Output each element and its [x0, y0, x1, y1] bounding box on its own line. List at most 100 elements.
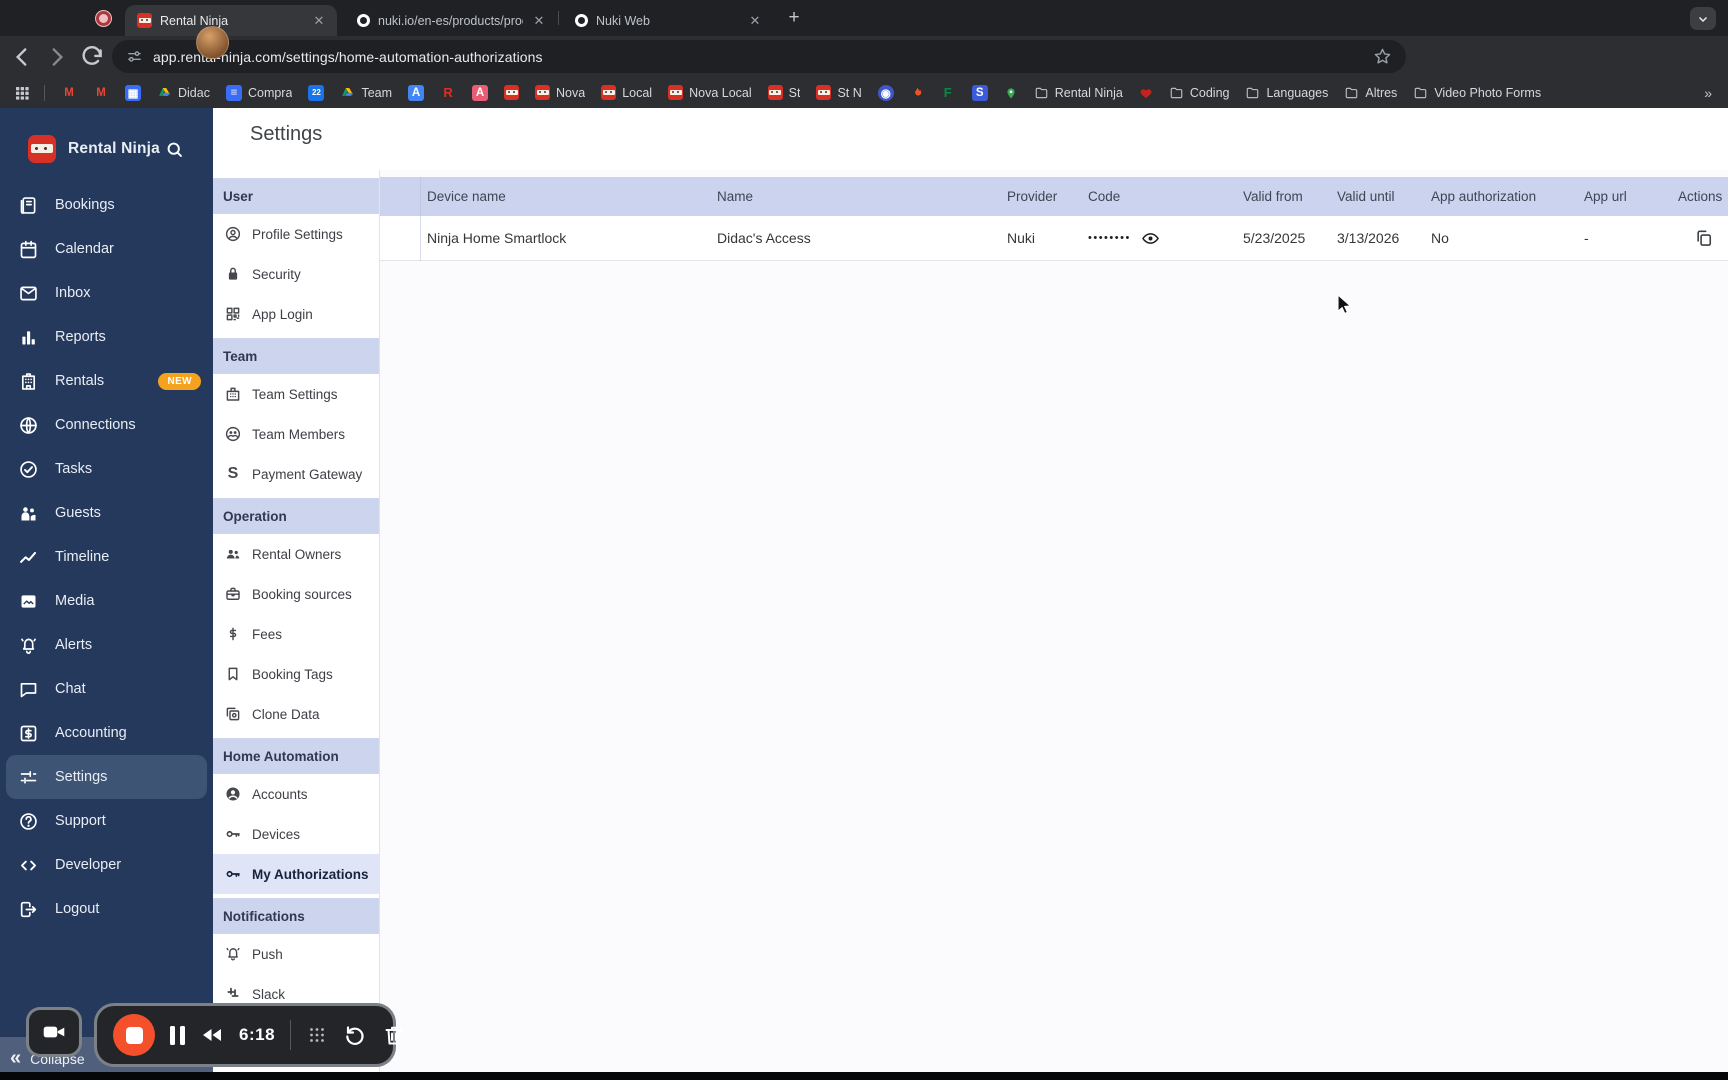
sidebar-item-rentals[interactable]: Rentals NEW: [0, 359, 213, 403]
bookmark-item[interactable]: ◉: [877, 84, 894, 101]
tab-search-chevron-button[interactable]: [1690, 7, 1716, 30]
table-row: Ninja Home Smartlock Didac's Access Nuki ••…: [380, 216, 1728, 261]
sidebar-item-timeline[interactable]: Timeline: [0, 535, 213, 579]
bookmark-item[interactable]: A: [472, 84, 489, 101]
sidebar-item-tasks[interactable]: Tasks: [0, 447, 213, 491]
new-badge: NEW: [158, 372, 201, 390]
bookmark-item[interactable]: St N: [816, 85, 862, 100]
reveal-code-icon[interactable]: [1141, 229, 1160, 248]
copy-button[interactable]: [1694, 228, 1714, 248]
sidebar-item-inbox[interactable]: Inbox: [0, 271, 213, 315]
bookmark-item[interactable]: A: [408, 84, 425, 101]
sidebar-item-guests[interactable]: Guests: [0, 491, 213, 535]
settings-nav-item-devices[interactable]: Devices: [213, 814, 379, 854]
sidebar-item-logout[interactable]: Logout: [0, 887, 213, 931]
sidebar-header: Rental Ninja: [0, 128, 213, 172]
settings-nav-item-team-settings[interactable]: Team Settings: [213, 374, 379, 414]
settings-nav-item-app-login[interactable]: App Login: [213, 294, 379, 334]
apps-grid-icon[interactable]: [14, 85, 30, 101]
tab-close-icon[interactable]: ✕: [531, 13, 547, 29]
sidebar-item-developer[interactable]: Developer: [0, 843, 213, 887]
tab-close-icon[interactable]: ✕: [747, 13, 763, 29]
bookmark-favicon-r-red: R: [443, 85, 453, 100]
bookmark-star-icon[interactable]: [1373, 47, 1392, 66]
drag-handle-icon[interactable]: [306, 1024, 328, 1046]
sidebar-item-media[interactable]: Media: [0, 579, 213, 623]
sidebar-item-accounting[interactable]: Accounting: [0, 711, 213, 755]
search-icon[interactable]: [165, 140, 184, 159]
cell-device-name: Ninja Home Smartlock: [427, 230, 567, 246]
settings-nav-item-rental-owners[interactable]: Rental Owners: [213, 534, 379, 574]
bookmark-folder[interactable]: Languages: [1245, 86, 1328, 100]
settings-nav-item-push[interactable]: Push: [213, 934, 379, 974]
sidebar-item-support[interactable]: Support: [0, 799, 213, 843]
reload-button[interactable]: [79, 44, 105, 70]
settings-nav-item-fees[interactable]: Fees: [213, 614, 379, 654]
sidebar-item-bookings[interactable]: Bookings: [0, 183, 213, 227]
settings-nav-item-booking-sources[interactable]: Booking sources: [213, 574, 379, 614]
settings-nav-item-booking-tags[interactable]: Booking Tags: [213, 654, 379, 694]
camera-bubble-button[interactable]: [26, 1007, 82, 1057]
bookmark-folder[interactable]: Video Photo Forms: [1413, 86, 1541, 100]
new-tab-button[interactable]: +: [783, 7, 805, 29]
bookmark-item[interactable]: [1139, 86, 1153, 100]
sidebar-item-label: Support: [55, 813, 106, 829]
restart-recording-button[interactable]: [343, 1023, 367, 1047]
recording-indicator-icon[interactable]: [95, 10, 112, 27]
bookmark-item[interactable]: 22: [308, 84, 325, 101]
bookmark-item[interactable]: [910, 86, 924, 100]
bookmark-folder[interactable]: Coding: [1169, 86, 1229, 100]
bookmark-item[interactable]: M: [93, 85, 109, 101]
bookmark-item[interactable]: M: [61, 85, 77, 101]
user-avatar[interactable]: [196, 26, 229, 59]
sidebar-item-connections[interactable]: Connections: [0, 403, 213, 447]
bookmark-favicon-translate: A: [408, 84, 425, 101]
bookmark-item[interactable]: [1004, 86, 1018, 100]
settings-nav-item-profile-settings[interactable]: Profile Settings: [213, 214, 379, 254]
sidebar-item-calendar[interactable]: Calendar: [0, 227, 213, 271]
stop-recording-button[interactable]: [113, 1014, 155, 1056]
bookmark-favicon-folder: [1034, 86, 1049, 100]
bookmark-folder[interactable]: Altres: [1344, 86, 1397, 100]
settings-nav-item-payment-gateway[interactable]: S Payment Gateway: [213, 454, 379, 494]
bookmark-item[interactable]: Nova: [535, 85, 585, 100]
settings-nav-item-clone-data[interactable]: Clone Data: [213, 694, 379, 734]
rewind-button[interactable]: [200, 1023, 224, 1047]
bookmark-folder[interactable]: Rental Ninja: [1034, 86, 1123, 100]
bookmark-item[interactable]: Local: [601, 85, 652, 100]
bookmark-item[interactable]: Team: [340, 86, 392, 100]
bookmark-item[interactable]: [504, 85, 520, 100]
settings-nav-item-accounts[interactable]: Accounts: [213, 774, 379, 814]
sidebar-item-chat[interactable]: Chat: [0, 667, 213, 711]
bookmark-item[interactable]: St: [767, 85, 800, 100]
back-button[interactable]: [9, 44, 35, 70]
delete-recording-button[interactable]: [382, 1023, 406, 1047]
browser-tab[interactable]: nuki.io/en-es/products/produ ✕: [345, 5, 557, 36]
forward-button[interactable]: [44, 44, 70, 70]
browser-tab[interactable]: Rental Ninja ✕: [125, 5, 337, 36]
bookmark-item[interactable]: Didac: [157, 86, 210, 100]
app-sidebar: Rental Ninja Bookings Calendar Inbox Report…: [0, 108, 213, 1080]
account-icon: [224, 785, 242, 803]
bookmarks-overflow-chevron[interactable]: »: [1704, 85, 1712, 101]
tab-close-icon[interactable]: ✕: [311, 13, 327, 29]
sidebar-item-alerts[interactable]: Alerts: [0, 623, 213, 667]
address-bar[interactable]: app.rental-ninja.com/settings/home-autom…: [112, 40, 1406, 73]
bookmark-item[interactable]: ▦: [125, 84, 141, 101]
column-header-app-authorization: App authorization: [1431, 189, 1537, 204]
settings-nav-item-my-authorizations[interactable]: My Authorizations: [213, 854, 379, 894]
bookmark-item[interactable]: Nova Local: [668, 85, 752, 100]
url-text[interactable]: app.rental-ninja.com/settings/home-autom…: [153, 49, 1373, 65]
site-info-icon[interactable]: [126, 48, 143, 65]
bookmark-item[interactable]: S: [971, 84, 988, 101]
sidebar-item-reports[interactable]: Reports: [0, 315, 213, 359]
rental-ninja-logo-icon[interactable]: [28, 135, 56, 163]
bookmark-item[interactable]: F: [940, 85, 956, 101]
browser-tab[interactable]: Nuki Web ✕: [563, 5, 773, 36]
bookmark-item[interactable]: ≡ Compra: [225, 84, 292, 101]
sidebar-item-settings[interactable]: Settings: [6, 755, 207, 799]
bookmark-item[interactable]: R: [440, 85, 456, 101]
settings-nav-item-team-members[interactable]: Team Members: [213, 414, 379, 454]
settings-nav-item-security[interactable]: Security: [213, 254, 379, 294]
pause-recording-button[interactable]: [170, 1025, 185, 1045]
